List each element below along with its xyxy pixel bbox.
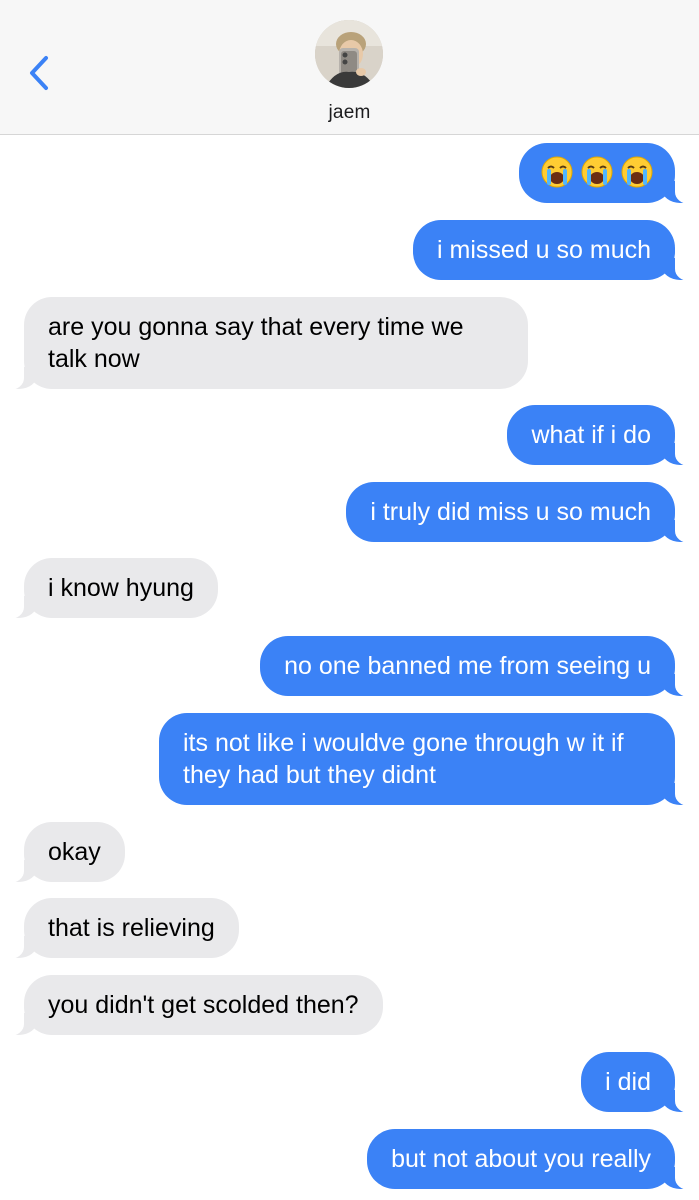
loudly-crying-face-icon [621,156,653,188]
message-bubble-outgoing[interactable]: but not about you really [367,1129,699,1190]
message-bubble-outgoing[interactable]: its not like i wouldve gone through w it… [159,713,699,806]
message-bubble-outgoing[interactable]: i truly did miss u so much [346,482,699,543]
message-bubble-outgoing[interactable]: what if i do [507,405,699,466]
message-bubble-outgoing[interactable] [519,143,699,204]
message-bubble-incoming[interactable]: you didn't get scolded then? [0,975,383,1036]
message-bubble-outgoing[interactable]: i missed u so much [413,220,699,281]
message-bubble-outgoing[interactable]: i did [581,1052,699,1113]
emoji-message [541,156,653,188]
loudly-crying-face-icon [541,156,573,188]
loudly-crying-face-icon [581,156,613,188]
message-bubble-incoming[interactable]: i know hyung [0,558,218,619]
message-bubble-incoming[interactable]: are you gonna say that every time we tal… [0,297,528,390]
message-bubble-incoming[interactable]: that is relieving [0,898,239,959]
message-bubble-outgoing[interactable]: no one banned me from seeing u [260,636,699,697]
message-bubble-incoming[interactable]: okay [0,822,125,883]
message-thread: i missed u so much are you gonna say tha… [0,0,699,1200]
